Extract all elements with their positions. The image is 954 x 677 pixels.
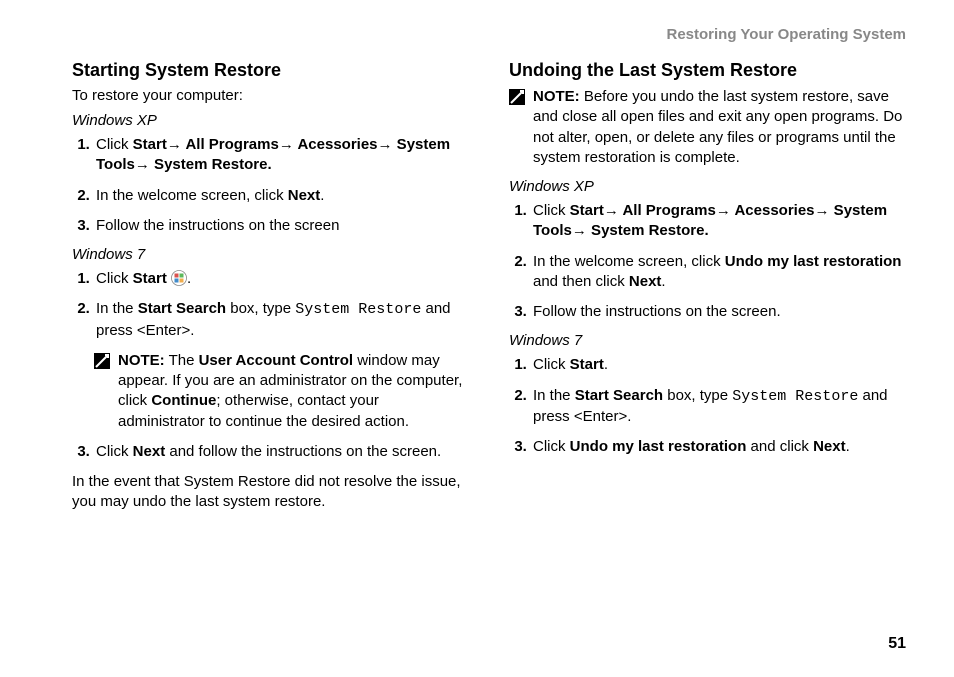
- left-column: Starting System Restore To restore your …: [72, 28, 469, 513]
- text-bold: System Restore.: [587, 222, 709, 239]
- text: .: [320, 187, 324, 204]
- arrow-icon: →: [135, 156, 150, 173]
- text-bold: Start: [570, 356, 604, 373]
- w7-steps-left-cont: Click Next and follow the instructions o…: [72, 442, 469, 462]
- arrow-icon: →: [815, 202, 830, 219]
- text-bold: User Account Control: [199, 352, 353, 369]
- note-label: NOTE:: [533, 88, 580, 105]
- text: Before you undo the last system restore,…: [533, 88, 902, 166]
- note-text: NOTE: Before you undo the last system re…: [533, 87, 906, 168]
- xp-steps-left: Click Start→ All Programs→ Acessories→ S…: [72, 135, 469, 236]
- list-item: In the welcome screen, click Next.: [94, 186, 469, 206]
- text-bold: Next: [288, 187, 321, 204]
- text: .: [661, 273, 665, 290]
- windows-start-icon: [171, 270, 187, 286]
- text: In the welcome screen, click: [96, 187, 288, 204]
- w7-steps-left: Click Start . In the Start Search box, t…: [72, 269, 469, 341]
- list-item: Follow the instructions on the screen: [94, 216, 469, 236]
- text: box, type: [663, 387, 732, 404]
- text-bold: Start: [570, 202, 604, 219]
- arrow-icon: →: [378, 136, 393, 153]
- text: Click: [533, 356, 570, 373]
- list-item: Click Start.: [531, 355, 906, 375]
- arrow-icon: →: [716, 202, 731, 219]
- text-bold: Acessories: [731, 202, 815, 219]
- text-bold: All Programs: [182, 136, 279, 153]
- w7-label-left: Windows 7: [72, 246, 469, 263]
- arrow-icon: →: [279, 136, 294, 153]
- list-item: Click Undo my last restoration and click…: [531, 437, 906, 457]
- text-bold: Start Search: [575, 387, 663, 404]
- left-intro: To restore your computer:: [72, 87, 469, 104]
- list-item: In the Start Search box, type System Res…: [531, 386, 906, 428]
- text: In the welcome screen, click: [533, 253, 725, 270]
- list-item: Click Start .: [94, 269, 469, 289]
- w7-label-right: Windows 7: [509, 332, 906, 349]
- list-item: In the Start Search box, type System Res…: [94, 299, 469, 341]
- text: .: [846, 438, 850, 455]
- left-closing: In the event that System Restore did not…: [72, 472, 469, 513]
- text-mono: System Restore: [732, 388, 858, 405]
- xp-label-right: Windows XP: [509, 178, 906, 195]
- text: box, type: [226, 300, 295, 317]
- text: Click: [96, 270, 133, 287]
- text-bold: Next: [629, 273, 662, 290]
- text: The: [165, 352, 199, 369]
- text: and then click: [533, 273, 629, 290]
- text: .: [604, 356, 608, 373]
- right-column: Undoing the Last System Restore NOTE: Be…: [509, 28, 906, 513]
- list-item: Follow the instructions on the screen.: [531, 302, 906, 322]
- page-header: Restoring Your Operating System: [667, 26, 907, 43]
- list-item: Click Start→ All Programs→ Acessories→ S…: [531, 201, 906, 242]
- text: Click: [96, 443, 133, 460]
- text: .: [187, 270, 191, 287]
- page-number: 51: [888, 635, 906, 653]
- text-bold: Next: [813, 438, 846, 455]
- note-text: NOTE: The User Account Control window ma…: [118, 351, 469, 432]
- arrow-icon: →: [167, 136, 182, 153]
- w7-steps-right: Click Start. In the Start Search box, ty…: [509, 355, 906, 457]
- xp-label-left: Windows XP: [72, 112, 469, 129]
- text: and follow the instructions on the scree…: [165, 443, 441, 460]
- text-bold: Next: [133, 443, 166, 460]
- list-item: Click Next and follow the instructions o…: [94, 442, 469, 462]
- left-title: Starting System Restore: [72, 60, 469, 81]
- text: Click: [96, 136, 133, 153]
- text-bold: Acessories: [294, 136, 378, 153]
- text-mono: System Restore: [295, 301, 421, 318]
- text-bold: Start Search: [138, 300, 226, 317]
- text-bold: Undo my last restoration: [725, 253, 902, 270]
- note-block-right: NOTE: Before you undo the last system re…: [509, 87, 906, 168]
- arrow-icon: →: [604, 202, 619, 219]
- note-block-left: NOTE: The User Account Control window ma…: [94, 351, 469, 432]
- text: Click: [533, 202, 570, 219]
- text: and click: [746, 438, 813, 455]
- text-bold: All Programs: [619, 202, 716, 219]
- text-bold: Continue: [151, 392, 216, 409]
- arrow-icon: →: [572, 222, 587, 239]
- list-item: In the welcome screen, click Undo my las…: [531, 252, 906, 293]
- text: In the: [96, 300, 138, 317]
- right-title: Undoing the Last System Restore: [509, 60, 906, 81]
- text-bold: System Restore.: [150, 156, 272, 173]
- text: Click: [533, 438, 570, 455]
- list-item: Click Start→ All Programs→ Acessories→ S…: [94, 135, 469, 176]
- note-icon: [509, 89, 525, 105]
- note-icon: [94, 353, 110, 369]
- xp-steps-right: Click Start→ All Programs→ Acessories→ S…: [509, 201, 906, 322]
- note-label: NOTE:: [118, 352, 165, 369]
- text-bold: Start: [133, 270, 167, 287]
- text: In the: [533, 387, 575, 404]
- text-bold: Start: [133, 136, 167, 153]
- page-body: Starting System Restore To restore your …: [0, 0, 954, 513]
- text-bold: Undo my last restoration: [570, 438, 747, 455]
